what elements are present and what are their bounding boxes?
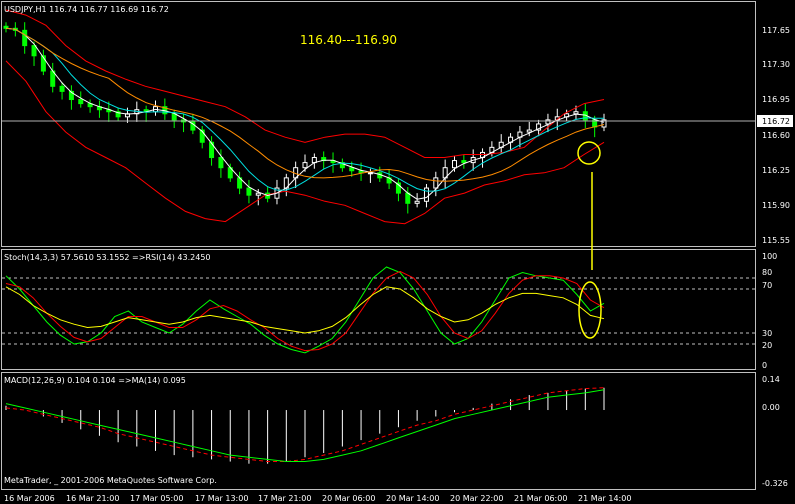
chart-background: [0, 0, 795, 504]
copyright-footer: MetaTrader, _ 2001-2006 MetaQuotes Softw…: [4, 476, 217, 485]
stoch-tick: 80: [762, 268, 772, 277]
stoch-tick: 30: [762, 329, 772, 338]
time-tick: 16 Mar 21:00: [66, 494, 119, 503]
stoch-tick: 70: [762, 281, 772, 290]
time-tick: 20 Mar 22:00: [450, 494, 503, 503]
candle-body: [246, 187, 252, 196]
price-annotation: 116.40---116.90: [300, 33, 397, 47]
candle-body: [452, 160, 457, 169]
time-tick: 17 Mar 05:00: [130, 494, 183, 503]
candle-body: [59, 85, 65, 92]
candle-body: [22, 29, 28, 47]
macd-tick: 0.00: [762, 403, 780, 412]
candle-body: [255, 192, 261, 196]
price-tick: 116.25: [762, 166, 790, 175]
candle-body: [573, 111, 579, 115]
candle-body: [349, 167, 355, 172]
time-tick: 20 Mar 06:00: [322, 494, 375, 503]
chart-window[interactable]: 116.72 USDJPY,H1 116.74 116.77 116.69 11…: [0, 0, 795, 504]
stoch-tick: 0: [762, 361, 767, 370]
candle-body: [526, 129, 532, 133]
price-tick: 115.90: [762, 201, 790, 210]
time-tick: 17 Mar 21:00: [258, 494, 311, 503]
price-tick: 115.55: [762, 236, 790, 245]
current-price-label: 116.72: [762, 117, 790, 126]
price-tick: 116.60: [762, 131, 790, 140]
price-tick: 117.30: [762, 60, 790, 69]
stoch-tick: 100: [762, 252, 777, 261]
candle-body: [461, 160, 467, 164]
candle-body: [405, 192, 411, 204]
symbol-header: USDJPY,H1 116.74 116.77 116.69 116.72: [4, 5, 169, 14]
candle-body: [545, 119, 551, 125]
price-tick: 117.65: [762, 26, 790, 35]
macd-title: MACD(12,26,9) 0.104 0.104 =>MA(14) 0.095: [4, 376, 186, 385]
price-tick: 116.95: [762, 95, 790, 104]
stoch-tick: 20: [762, 341, 772, 350]
time-tick: 20 Mar 14:00: [386, 494, 439, 503]
time-tick: 21 Mar 06:00: [514, 494, 567, 503]
candle-body: [414, 200, 420, 204]
candle-body: [78, 99, 84, 105]
candle-body: [302, 162, 308, 169]
candle-body: [218, 157, 224, 169]
time-tick: 17 Mar 13:00: [195, 494, 248, 503]
macd-tick: -0.326: [762, 479, 788, 488]
macd-tick: 0.14: [762, 375, 780, 384]
stoch-title: Stoch(14,3,3) 57.5610 53.1552 =>RSI(14) …: [4, 253, 211, 262]
time-tick: 16 Mar 2006: [4, 494, 55, 503]
candle-body: [423, 187, 429, 202]
time-tick: 21 Mar 14:00: [578, 494, 631, 503]
candle-body: [31, 45, 37, 57]
candle-body: [433, 177, 439, 189]
